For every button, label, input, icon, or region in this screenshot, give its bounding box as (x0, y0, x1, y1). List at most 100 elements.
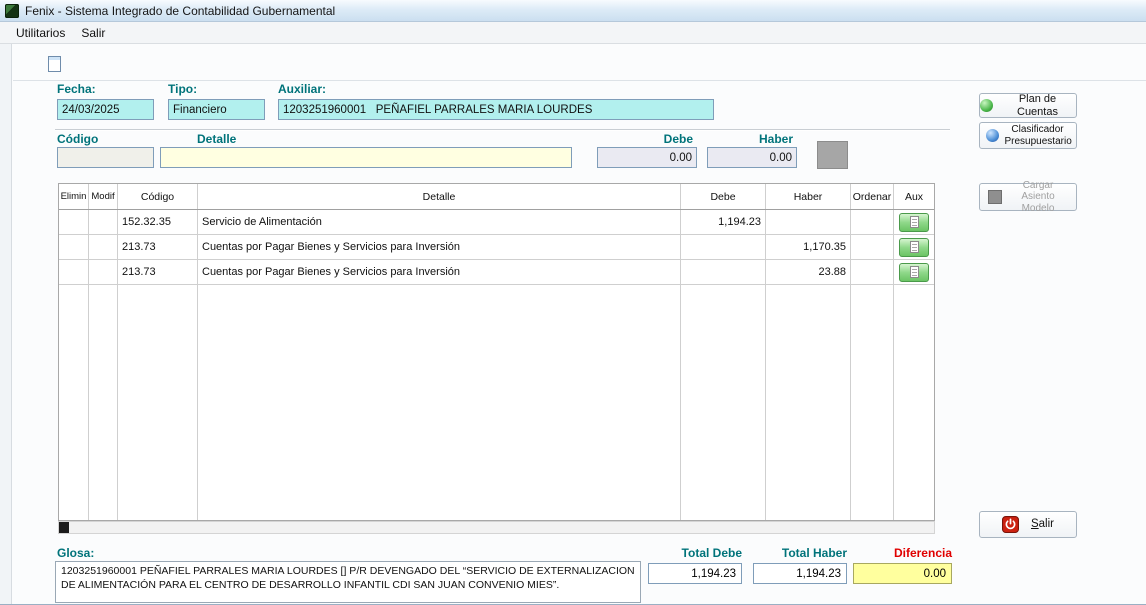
cell-modif (89, 310, 118, 335)
cell-modif (89, 510, 118, 521)
debe-input[interactable]: 0.00 (597, 147, 697, 168)
salir-label: Salir (1031, 518, 1054, 531)
haber-input[interactable]: 0.00 (707, 147, 797, 168)
cell-modif (89, 235, 118, 259)
table-row[interactable]: 213.73Cuentas por Pagar Bienes y Servici… (59, 260, 934, 285)
fecha-field[interactable]: 24/03/2025 (57, 99, 154, 120)
table-row-empty (59, 335, 934, 360)
document-icon (910, 216, 919, 228)
tipo-field[interactable]: Financiero (168, 99, 265, 120)
clasificador-label: Clasificador Presupuestario (1005, 124, 1071, 147)
cell-modif (89, 210, 118, 234)
cell-elimin (59, 510, 89, 521)
cell-aux (894, 260, 934, 284)
table-body: 152.32.35Servicio de Alimentación1,194.2… (59, 210, 934, 521)
diferencia-value: 0.00 (853, 563, 952, 584)
cell-aux (894, 235, 934, 259)
cell-codigo (118, 510, 198, 521)
cell-elimin (59, 385, 89, 410)
cell-detalle (198, 410, 681, 435)
section-separator (55, 129, 950, 131)
left-panel-strip (0, 44, 12, 605)
table-row[interactable]: 213.73Cuentas por Pagar Bienes y Servici… (59, 235, 934, 260)
cell-detalle (198, 285, 681, 310)
new-document-button[interactable] (42, 52, 66, 76)
horizontal-scrollbar[interactable] (58, 521, 935, 534)
header-elimin: Elimin (59, 184, 89, 209)
cell-aux (894, 485, 934, 510)
aux-button[interactable] (899, 238, 929, 257)
blue-sphere-icon (986, 129, 999, 142)
title-bar[interactable]: Fenix - Sistema Integrado de Contabilida… (0, 0, 1146, 22)
cell-modif (89, 360, 118, 385)
cell-elimin (59, 285, 89, 310)
glosa-text[interactable]: 1203251960001 PEÑAFIEL PARRALES MARIA LO… (55, 561, 641, 603)
app-icon (5, 4, 19, 18)
detalle-input[interactable] (160, 147, 572, 168)
cell-ordenar (851, 235, 894, 259)
table-row-empty (59, 485, 934, 510)
cell-detalle: Servicio de Alimentación (198, 210, 681, 234)
cell-modif (89, 335, 118, 360)
cell-debe (681, 285, 766, 310)
cell-ordenar (851, 510, 894, 521)
table-row-empty (59, 360, 934, 385)
cell-modif (89, 485, 118, 510)
cell-aux (894, 460, 934, 485)
cell-aux (894, 360, 934, 385)
table-row-empty (59, 285, 934, 310)
glosa-label: Glosa: (57, 546, 94, 560)
diferencia-label: Diferencia (853, 546, 952, 560)
cell-modif (89, 385, 118, 410)
plan-de-cuentas-label: Plan de Cuentas (999, 93, 1076, 118)
cell-aux (894, 510, 934, 521)
aux-button[interactable] (899, 263, 929, 282)
menu-salir[interactable]: Salir (73, 24, 113, 42)
detalle-label: Detalle (197, 132, 236, 146)
cell-debe (681, 335, 766, 360)
clasificador-presupuestario-button[interactable]: Clasificador Presupuestario (979, 122, 1077, 149)
table-row-empty (59, 310, 934, 335)
cell-debe (681, 510, 766, 521)
auxiliar-field[interactable]: 1203251960001 PEÑAFIEL PARRALES MARIA LO… (278, 99, 714, 120)
aux-button[interactable] (899, 213, 929, 232)
cell-ordenar (851, 260, 894, 284)
cell-elimin (59, 435, 89, 460)
scrollbar-thumb[interactable] (59, 522, 69, 533)
table-row[interactable]: 152.32.35Servicio de Alimentación1,194.2… (59, 210, 934, 235)
menu-utilitarios[interactable]: Utilitarios (8, 24, 73, 42)
cell-haber (766, 360, 851, 385)
cell-codigo (118, 310, 198, 335)
cell-detalle (198, 385, 681, 410)
cell-debe (681, 485, 766, 510)
cell-elimin (59, 310, 89, 335)
cell-codigo: 213.73 (118, 260, 198, 284)
cell-elimin (59, 410, 89, 435)
cell-ordenar (851, 410, 894, 435)
table-row-empty (59, 410, 934, 435)
cell-detalle: Cuentas por Pagar Bienes y Servicios par… (198, 260, 681, 284)
header-detalle: Detalle (198, 184, 681, 209)
codigo-input[interactable] (57, 147, 154, 168)
gray-square-icon (988, 190, 1002, 204)
cell-aux (894, 410, 934, 435)
table-row-empty (59, 435, 934, 460)
cell-detalle (198, 435, 681, 460)
window-title: Fenix - Sistema Integrado de Contabilida… (25, 4, 335, 18)
fecha-label: Fecha: (57, 82, 96, 96)
cell-aux (894, 385, 934, 410)
toolbar-separator (13, 80, 1146, 81)
salir-button[interactable]: Salir (979, 511, 1077, 538)
cell-haber (766, 210, 851, 234)
plan-de-cuentas-button[interactable]: Plan de Cuentas (979, 93, 1077, 118)
cell-modif (89, 260, 118, 284)
header-debe: Debe (681, 184, 766, 209)
menu-bar: Utilitarios Salir (0, 22, 1146, 44)
cell-elimin (59, 485, 89, 510)
cell-aux (894, 335, 934, 360)
cell-elimin (59, 335, 89, 360)
total-debe-value: 1,194.23 (648, 563, 742, 584)
add-entry-button[interactable] (817, 141, 848, 169)
cell-aux (894, 285, 934, 310)
cell-codigo: 213.73 (118, 235, 198, 259)
